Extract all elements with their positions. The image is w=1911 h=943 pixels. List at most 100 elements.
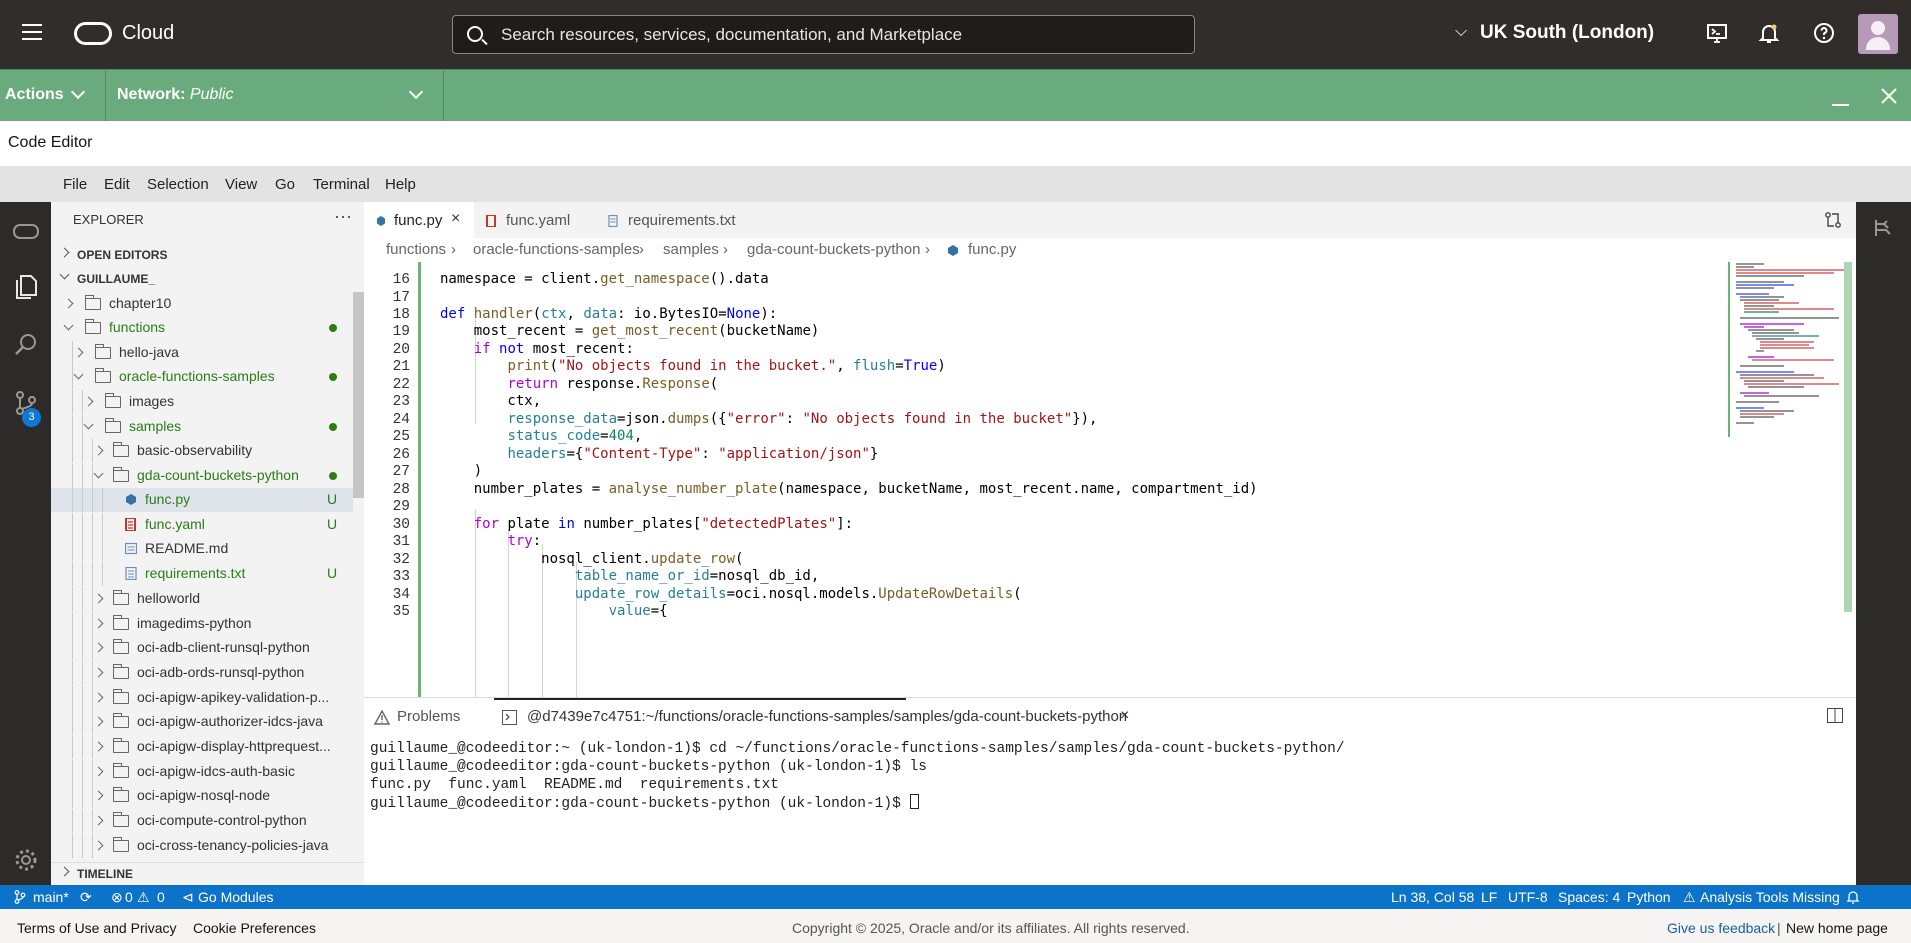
terminal-output[interactable]: guillaume_@codeeditor:~ (uk-london-1)$ c… xyxy=(370,740,1345,813)
tree-folder-oci-adb-ords-runsql-python[interactable]: oci-adb-ords-runsql-python xyxy=(51,661,353,685)
search-input[interactable] xyxy=(501,16,1181,53)
tree-file-func-py[interactable]: func.py U xyxy=(51,488,353,512)
menu-view[interactable]: View xyxy=(225,176,257,193)
cloud-shell-icon[interactable] xyxy=(1705,21,1729,45)
tab-terminal[interactable]: @d7439e7c4751:~/functions/oracle-functio… xyxy=(527,708,1127,725)
tree-label: images xyxy=(129,393,175,409)
tree-folder-oci-apigw-apikey-validation[interactable]: oci-apigw-apikey-validation-p... xyxy=(51,686,353,710)
menu-edit[interactable]: Edit xyxy=(104,176,130,193)
tree-file-requirements[interactable]: requirements.txt U xyxy=(51,562,353,586)
search-box[interactable] xyxy=(452,15,1195,54)
help-icon[interactable] xyxy=(1812,21,1836,45)
tree-folder-oci-apigw-nosql-node[interactable]: oci-apigw-nosql-node xyxy=(51,784,353,808)
tree-folder-functions[interactable]: functions xyxy=(51,316,353,340)
new-home-page-link[interactable]: New home page xyxy=(1786,920,1888,936)
menu-terminal[interactable]: Terminal xyxy=(313,176,370,193)
actions-menu-label[interactable]: Actions xyxy=(5,86,64,104)
editor-scrollbar[interactable] xyxy=(1844,262,1852,612)
cookie-preferences-link[interactable]: Cookie Preferences xyxy=(193,920,316,936)
tree-folder-oci-apigw-display-httprequest[interactable]: oci-apigw-display-httprequest... xyxy=(51,735,353,759)
tree-file-func-yaml[interactable]: func.yaml U xyxy=(51,513,353,537)
tab-close-icon[interactable]: × xyxy=(451,210,460,228)
tree-folder-oci-cross-tenancy-policies-java[interactable]: oci-cross-tenancy-policies-java xyxy=(51,834,353,858)
settings-gear-icon[interactable] xyxy=(11,845,41,875)
language-mode[interactable]: Python xyxy=(1627,889,1671,905)
tree-folder-oci-compute-control-python[interactable]: oci-compute-control-python xyxy=(51,809,353,833)
tree-label: requirements.txt xyxy=(145,565,246,581)
tree-label: functions xyxy=(109,319,166,335)
chevron-right-icon xyxy=(93,790,104,801)
menu-file[interactable]: File xyxy=(63,176,87,193)
tree-folder-oci-adb-client-runsql-python[interactable]: oci-adb-client-runsql-python xyxy=(51,636,353,660)
tab-func-yaml[interactable]: func.yaml xyxy=(474,202,596,238)
indent-guide xyxy=(92,537,93,561)
git-status-untracked: U xyxy=(327,516,338,532)
go-modules[interactable]: Go Modules xyxy=(198,889,273,905)
notifications-bell-icon[interactable] xyxy=(1846,890,1860,904)
tree-file-readme[interactable]: README.md xyxy=(51,537,353,561)
tree-folder-chapter10[interactable]: chapter10 xyxy=(51,292,353,316)
menu-selection[interactable]: Selection xyxy=(147,176,209,193)
sync-icon[interactable]: ⟳ xyxy=(80,889,92,906)
hamburger-menu-icon[interactable] xyxy=(22,24,42,42)
chevron-right-icon xyxy=(93,840,104,851)
tree-folder-imagedims-python[interactable]: imagedims-python xyxy=(51,612,353,636)
tree-folder-hello-java[interactable]: hello-java xyxy=(51,341,353,365)
close-icon[interactable] xyxy=(1880,87,1898,105)
notifications-bell-icon[interactable] xyxy=(1757,21,1781,45)
network-selector[interactable]: Network: Public xyxy=(117,86,233,104)
menu-help[interactable]: Help xyxy=(385,176,416,193)
brand-label[interactable]: Cloud xyxy=(122,22,174,45)
feedback-link[interactable]: Give us feedback xyxy=(1667,920,1775,936)
open-changes-icon[interactable] xyxy=(1824,211,1842,229)
tree-folder-images[interactable]: images xyxy=(51,390,353,414)
menu-go[interactable]: Go xyxy=(275,176,295,193)
tree-folder-samples[interactable]: samples xyxy=(51,415,353,439)
breadcrumb-item[interactable]: oracle-functions-samples xyxy=(473,241,640,258)
tree-folder-basic-observability[interactable]: basic-observability xyxy=(51,439,353,463)
code-editor[interactable]: 16 17 18 19 20 21 22 23 24 25 26 27 28 29 30 31 32 33 34 35… xyxy=(364,262,1856,697)
terms-link[interactable]: Terms of Use and Privacy xyxy=(17,920,177,936)
indentation[interactable]: Spaces: 4 xyxy=(1558,889,1620,905)
split-panel-icon[interactable] xyxy=(1827,708,1843,723)
actions-chevron-icon[interactable] xyxy=(70,84,86,100)
terminal-close-icon[interactable]: × xyxy=(1120,707,1129,725)
sidebar-scrollbar[interactable] xyxy=(353,292,364,498)
breadcrumb-item[interactable]: samples xyxy=(663,241,719,258)
analysis-tools[interactable]: Analysis Tools Missing xyxy=(1700,889,1840,905)
code-line: def handler(ctx, data: io.BytesIO=None): xyxy=(440,306,778,322)
remote-explorer-icon[interactable] xyxy=(11,216,41,246)
oracle-logo-icon[interactable] xyxy=(74,22,112,45)
tree-folder-oracle-functions-samples[interactable]: oracle-functions-samples xyxy=(51,365,353,389)
open-editors-section[interactable]: OPEN EDITORS xyxy=(51,244,364,266)
error-count[interactable]: 0 xyxy=(125,889,133,905)
user-avatar[interactable] xyxy=(1858,14,1898,54)
timeline-section[interactable]: TIMELINE xyxy=(51,862,364,885)
minimize-icon[interactable] xyxy=(1832,104,1849,106)
breadcrumb-item[interactable]: functions xyxy=(386,241,446,258)
explorer-files-icon[interactable] xyxy=(11,272,41,302)
warning-count[interactable]: 0 xyxy=(157,889,165,905)
git-branch[interactable]: main* xyxy=(33,889,69,905)
cursor-position[interactable]: Ln 38, Col 58 xyxy=(1391,889,1474,905)
tree-folder-oci-apigw-idcs-auth-basic[interactable]: oci-apigw-idcs-auth-basic xyxy=(51,760,353,784)
encoding[interactable]: UTF-8 xyxy=(1508,889,1548,905)
network-chevron-icon[interactable] xyxy=(408,84,424,100)
workspace-section[interactable]: GUILLAUME_ xyxy=(51,268,364,290)
minimap[interactable] xyxy=(1724,262,1854,437)
breadcrumb-item[interactable]: func.py xyxy=(968,241,1016,258)
deployments-icon[interactable] xyxy=(1872,216,1896,240)
tab-func-py[interactable]: func.py × xyxy=(364,202,474,238)
end-of-line[interactable]: LF xyxy=(1481,889,1497,905)
more-actions-icon[interactable]: ··· xyxy=(334,206,352,227)
search-icon[interactable] xyxy=(11,330,41,360)
indent-guide xyxy=(102,488,103,512)
tree-folder-helloworld[interactable]: helloworld xyxy=(51,587,353,611)
line-number: 30 xyxy=(392,517,410,533)
tab-requirements[interactable]: requirements.txt xyxy=(596,202,738,238)
tab-problems[interactable]: Problems xyxy=(397,708,460,725)
region-selector[interactable]: ⌵ UK South (London) xyxy=(1455,22,1654,44)
breadcrumb-item[interactable]: gda-count-buckets-python xyxy=(747,241,920,258)
tree-folder-oci-apigw-authorizer-idcs-java[interactable]: oci-apigw-authorizer-idcs-java xyxy=(51,710,353,734)
tree-folder-gda-count-buckets-python[interactable]: gda-count-buckets-python xyxy=(51,464,353,488)
